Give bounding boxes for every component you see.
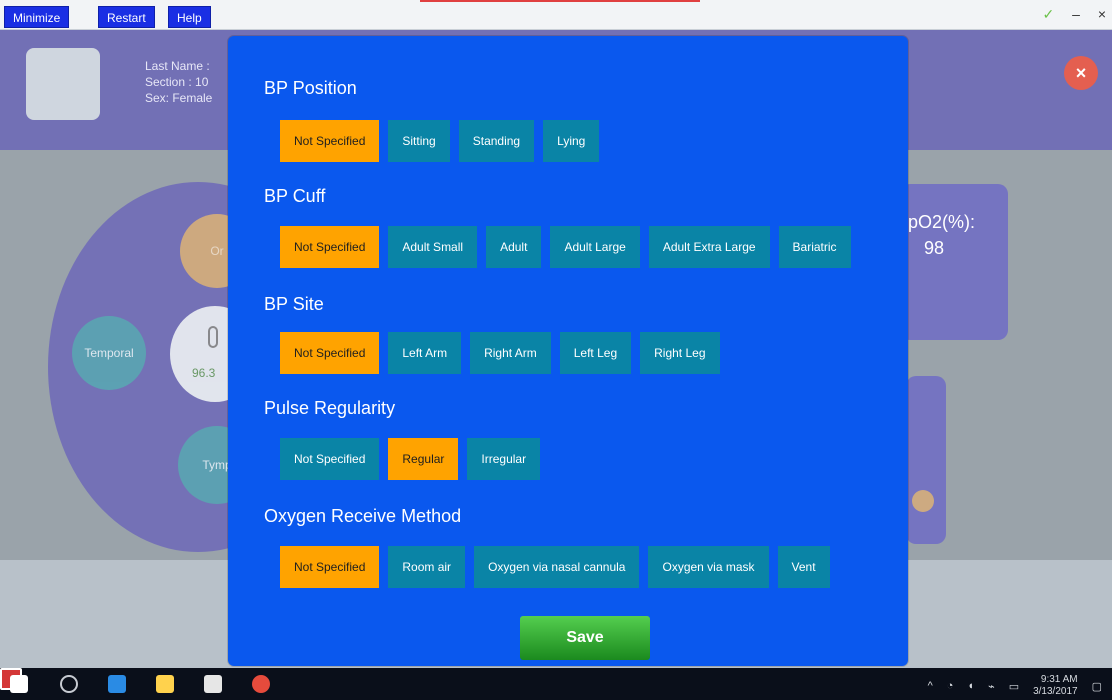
close-patient-icon[interactable]: ×	[1064, 56, 1098, 90]
patient-avatar	[26, 48, 100, 120]
clock-time: 9:31 AM	[1040, 674, 1078, 685]
patient-last-name: Last Name :	[145, 59, 210, 73]
clock-date: 3/13/2017	[1033, 686, 1078, 697]
option-oxygen-mask[interactable]: Oxygen via mask	[648, 546, 769, 588]
option-bp-position-sitting[interactable]: Sitting	[388, 120, 450, 162]
vitals-options-modal: BP Position Not Specified Sitting Standi…	[228, 36, 908, 666]
option-bp-position-lying[interactable]: Lying	[543, 120, 600, 162]
notifications-icon[interactable]: ▢	[1092, 680, 1102, 693]
option-pulse-not-specified[interactable]: Not Specified	[280, 438, 380, 480]
task-view-icon[interactable]	[60, 675, 78, 693]
option-oxygen-vent[interactable]: Vent	[777, 546, 830, 588]
window-controls: ✓ – ×	[1029, 6, 1107, 23]
option-bp-cuff-bariatric[interactable]: Bariatric	[778, 226, 851, 268]
system-tray: ^ ◔ ◖ ⌁ ▭ 9:31 AM 3/13/2017 ▢	[928, 674, 1102, 698]
minimize-button[interactable]: Minimize	[4, 6, 70, 28]
windows-taskbar: ^ ◔ ◖ ⌁ ▭ 9:31 AM 3/13/2017 ▢	[0, 668, 1112, 700]
option-bp-site-right-leg[interactable]: Right Leg	[640, 332, 720, 374]
spo2-value: 98	[924, 238, 945, 258]
keyboard-icon[interactable]: ▭	[1009, 680, 1019, 693]
options-pulse-regularity: Not Specified Regular Irregular	[280, 438, 541, 480]
spo2-title: pO2(%):	[908, 212, 976, 232]
section-title-bp-cuff: BP Cuff	[264, 186, 326, 206]
chrome-icon[interactable]	[252, 675, 270, 693]
option-oxygen-not-specified[interactable]: Not Specified	[280, 546, 380, 588]
option-pulse-regular[interactable]: Regular	[388, 438, 459, 480]
option-bp-position-standing[interactable]: Standing	[458, 120, 535, 162]
network-icon[interactable]: ◔	[947, 680, 954, 692]
option-bp-site-left-arm[interactable]: Left Arm	[388, 332, 462, 374]
option-bp-cuff-adult[interactable]: Adult	[486, 226, 542, 268]
spo2-card-bg	[900, 184, 1008, 340]
option-bp-site-right-arm[interactable]: Right Arm	[470, 332, 551, 374]
thermometer-icon	[208, 326, 218, 348]
option-bp-site-not-specified[interactable]: Not Specified	[280, 332, 380, 374]
restart-button[interactable]: Restart	[98, 6, 155, 28]
clock[interactable]: 9:31 AM 3/13/2017	[1033, 674, 1078, 698]
section-title-oxygen-receive-method: Oxygen Receive Method	[264, 506, 462, 526]
minimize-icon[interactable]: –	[1072, 6, 1080, 22]
option-oxygen-nasal-cannula[interactable]: Oxygen via nasal cannula	[474, 546, 640, 588]
temperature-value: 96.3	[192, 366, 216, 380]
option-bp-site-left-leg[interactable]: Left Leg	[559, 332, 632, 374]
section-title-bp-position: BP Position	[264, 78, 357, 98]
patient-sex: Sex: Female	[145, 91, 213, 105]
edge-browser-icon[interactable]	[108, 675, 126, 693]
window-titlebar: Minimize Restart Help ✓ – ×	[0, 0, 1112, 30]
save-button[interactable]: Save	[520, 616, 650, 660]
check-icon[interactable]: ✓	[1043, 6, 1055, 22]
tray-up-arrow-icon[interactable]: ^	[928, 680, 933, 692]
option-oxygen-room-air[interactable]: Room air	[388, 546, 466, 588]
right-card-bg	[906, 376, 946, 544]
option-bp-cuff-adult-small[interactable]: Adult Small	[388, 226, 478, 268]
options-bp-site: Not Specified Left Arm Right Arm Left Le…	[280, 332, 720, 374]
section-title-bp-site: BP Site	[264, 294, 324, 314]
options-oxygen-receive-method: Not Specified Room air Oxygen via nasal …	[280, 546, 830, 588]
options-bp-position: Not Specified Sitting Standing Lying	[280, 120, 600, 162]
windows-start-icon[interactable]	[10, 675, 28, 693]
power-icon[interactable]: ⌁	[988, 680, 995, 693]
patient-section: Section : 10	[145, 75, 209, 89]
option-bp-cuff-adult-extra-large[interactable]: Adult Extra Large	[648, 226, 770, 268]
section-title-pulse-regularity: Pulse Regularity	[264, 398, 396, 418]
close-icon[interactable]: ×	[1098, 6, 1106, 22]
patient-info: Last Name : Section : 10 Sex: Female	[145, 58, 212, 106]
store-icon[interactable]	[204, 675, 222, 693]
file-explorer-icon[interactable]	[156, 675, 174, 693]
option-bp-cuff-not-specified[interactable]: Not Specified	[280, 226, 380, 268]
volume-icon[interactable]: ◖	[967, 680, 974, 692]
small-gold-circle	[912, 490, 934, 512]
option-bp-cuff-adult-large[interactable]: Adult Large	[550, 226, 640, 268]
option-bp-position-not-specified[interactable]: Not Specified	[280, 120, 380, 162]
options-bp-cuff: Not Specified Adult Small Adult Adult La…	[280, 226, 851, 268]
temporal-circle[interactable]: Temporal	[72, 316, 146, 390]
option-pulse-irregular[interactable]: Irregular	[467, 438, 541, 480]
top-red-accent-line	[420, 0, 700, 2]
help-button[interactable]: Help	[168, 6, 211, 28]
